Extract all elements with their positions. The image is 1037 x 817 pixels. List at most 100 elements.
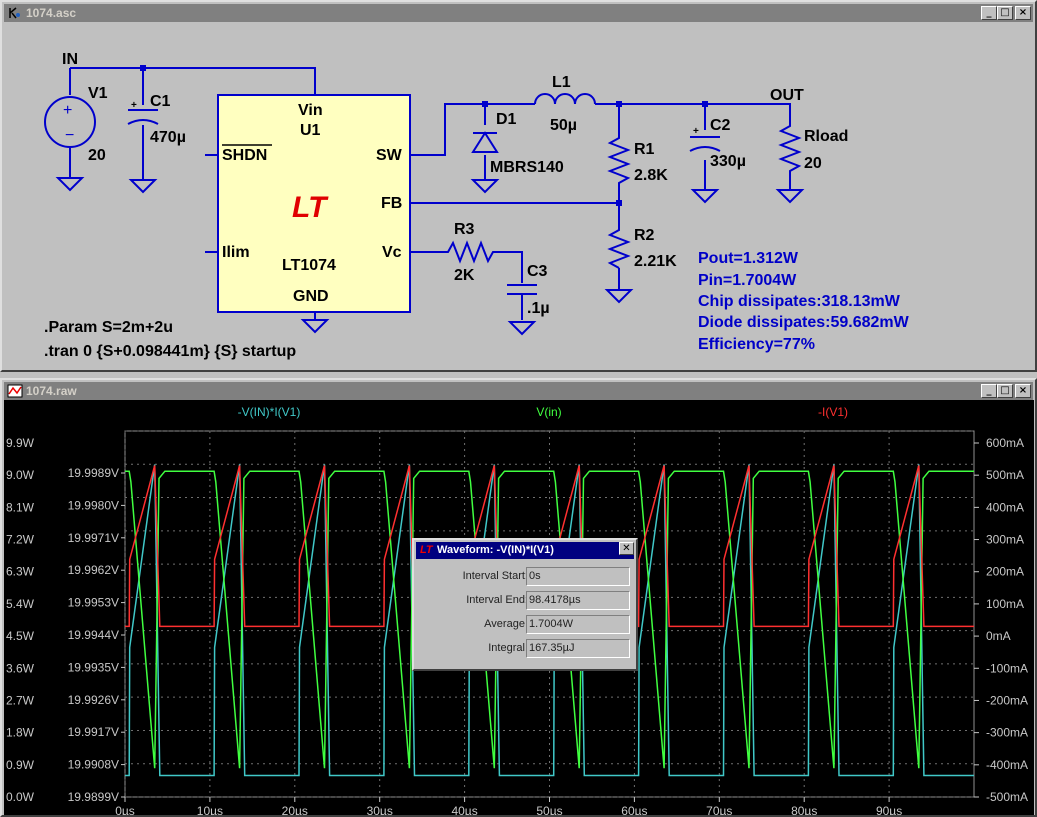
y-tick-label-vin: 19.9899V <box>68 790 119 804</box>
y-tick-label-current: -300mA <box>986 726 1028 740</box>
c2-label: C2 <box>710 117 731 134</box>
waveform-title: 1074.raw <box>26 384 77 398</box>
close-button[interactable]: × <box>1015 6 1031 20</box>
schematic-canvas[interactable]: + − LT IN OUT V1 20 C1 470µ Vin U1 SHDN … <box>6 22 1030 368</box>
c1-plus-marker: + <box>131 100 137 111</box>
c2-value: 330µ <box>710 153 746 170</box>
average-label: Average: <box>484 618 528 630</box>
y-tick-label-power: 9.9W <box>6 436 35 450</box>
y-tick-label-vin: 19.9962V <box>68 563 119 577</box>
u1-vin-pin: Vin <box>298 102 323 119</box>
maximize-button[interactable]: □ <box>997 384 1013 398</box>
rload-value: 20 <box>804 155 822 172</box>
svg-text:LT: LT <box>292 191 329 224</box>
y-tick-label-current: 400mA <box>986 500 1024 514</box>
waveform-titlebar[interactable]: 1074.raw _ □ × <box>4 382 1033 400</box>
x-tick-label: 50µs <box>536 804 562 815</box>
interval-end-field[interactable]: 98.4178µs <box>526 591 630 610</box>
u1-shdn-pin: SHDN <box>222 147 267 164</box>
dialog-close-button[interactable]: ✕ <box>619 542 634 555</box>
v1-source[interactable]: + − <box>44 96 96 148</box>
c1-capacitor[interactable] <box>127 109 159 125</box>
x-tick-label: 10µs <box>197 804 223 815</box>
legend-current[interactable]: -I(V1) <box>818 405 848 419</box>
lt-logo-icon: LT <box>292 191 329 224</box>
u1-gnd-pin: GND <box>293 288 329 305</box>
y-tick-label-vin: 19.9908V <box>68 758 119 772</box>
y-tick-label-power: 4.5W <box>6 629 35 643</box>
x-tick-label: 60µs <box>621 804 647 815</box>
y-tick-label-current: -400mA <box>986 758 1028 772</box>
y-tick-label-power: 7.2W <box>6 533 35 547</box>
y-tick-label-power: 1.8W <box>6 726 35 740</box>
dialog-row-integral: Integral: 167.35µJ <box>420 639 630 659</box>
schematic-titlebar[interactable]: 1074.asc _ □ × <box>4 4 1033 22</box>
y-tick-label-current: -500mA <box>986 790 1028 804</box>
waveform-dialog: LT Waveform: -V(IN)*I(V1) ✕ Interval Sta… <box>412 538 638 671</box>
r2-value: 2.21K <box>634 253 677 270</box>
maximize-button[interactable]: □ <box>997 6 1013 20</box>
d1-diode[interactable] <box>471 131 499 153</box>
result-pout: Pout=1.312W <box>698 250 799 267</box>
svg-text:−: − <box>65 127 74 144</box>
c3-capacitor[interactable] <box>507 284 537 295</box>
in-net-label: IN <box>62 51 78 68</box>
close-button[interactable]: × <box>1015 384 1031 398</box>
dialog-row-interval-start: Interval Start: 0s <box>420 567 630 587</box>
average-field[interactable]: 1.7004W <box>526 615 630 634</box>
wires <box>69 67 791 320</box>
legend-power[interactable]: -V(IN)*I(V1) <box>238 405 301 419</box>
x-tick-label: 30µs <box>367 804 393 815</box>
integral-field[interactable]: 167.35µJ <box>526 639 630 658</box>
d1-value: MBRS140 <box>490 159 564 176</box>
c1-label: C1 <box>150 93 171 110</box>
y-tick-label-vin: 19.9953V <box>68 596 119 610</box>
y-tick-label-current: 0mA <box>986 629 1011 643</box>
y-tick-label-vin: 19.9989V <box>68 466 119 480</box>
dialog-row-average: Average: 1.7004W <box>420 615 630 635</box>
c2-capacitor[interactable] <box>689 136 721 152</box>
r1-value: 2.8K <box>634 167 668 184</box>
dialog-titlebar[interactable]: LT Waveform: -V(IN)*I(V1) <box>416 542 634 559</box>
y-tick-label-current: 100mA <box>986 597 1024 611</box>
u1-ilim-pin: Ilim <box>222 244 250 261</box>
r3-value: 2K <box>454 267 475 284</box>
lt-logo-icon: LT <box>420 544 433 556</box>
y-tick-label-power: 5.4W <box>6 597 35 611</box>
y-tick-label-power: 0.9W <box>6 758 35 772</box>
y-tick-label-vin: 19.9971V <box>68 531 119 545</box>
result-pin: Pin=1.7004W <box>698 272 797 289</box>
dialog-title: Waveform: -V(IN)*I(V1) <box>437 544 554 556</box>
r1-label: R1 <box>634 141 655 158</box>
legend-vin[interactable]: V(in) <box>536 405 561 419</box>
r3-label: R3 <box>454 221 475 238</box>
result-diode-dissipation: Diode dissipates:59.682mW <box>698 314 910 331</box>
y-tick-label-vin: 19.9935V <box>68 660 119 674</box>
y-tick-label-vin: 19.9917V <box>68 725 119 739</box>
param-directive[interactable]: .Param S=2m+2u <box>44 319 173 336</box>
minimize-button[interactable]: _ <box>981 384 997 398</box>
interval-end-label: Interval End: <box>466 594 528 606</box>
u1-fb-pin: FB <box>381 195 402 212</box>
y-tick-label-power: 6.3W <box>6 565 35 579</box>
minimize-button[interactable]: _ <box>981 6 997 20</box>
c3-value: .1µ <box>527 300 550 317</box>
ground-symbols <box>55 177 805 336</box>
y-tick-label-vin: 19.9944V <box>68 628 119 642</box>
schematic-title: 1074.asc <box>26 6 77 20</box>
x-tick-label: 90µs <box>876 804 902 815</box>
c2-plus-marker: + <box>693 126 699 137</box>
tran-directive[interactable]: .tran 0 {S+0.098441m} {S} startup <box>44 343 296 360</box>
integral-label: Integral: <box>488 642 528 654</box>
l1-inductor[interactable] <box>534 93 596 105</box>
c1-value: 470µ <box>150 129 186 146</box>
r2-label: R2 <box>634 227 655 244</box>
y-tick-label-power: 0.0W <box>6 790 35 804</box>
results-text: Pout=1.312W Pin=1.7004W Chip dissipates:… <box>698 250 910 353</box>
x-tick-label: 0µs <box>115 804 135 815</box>
d1-label: D1 <box>496 111 517 128</box>
y-tick-label-power: 8.1W <box>6 500 35 514</box>
l1-label: L1 <box>552 74 571 91</box>
interval-start-field[interactable]: 0s <box>526 567 630 586</box>
y-tick-label-power: 3.6W <box>6 661 35 675</box>
